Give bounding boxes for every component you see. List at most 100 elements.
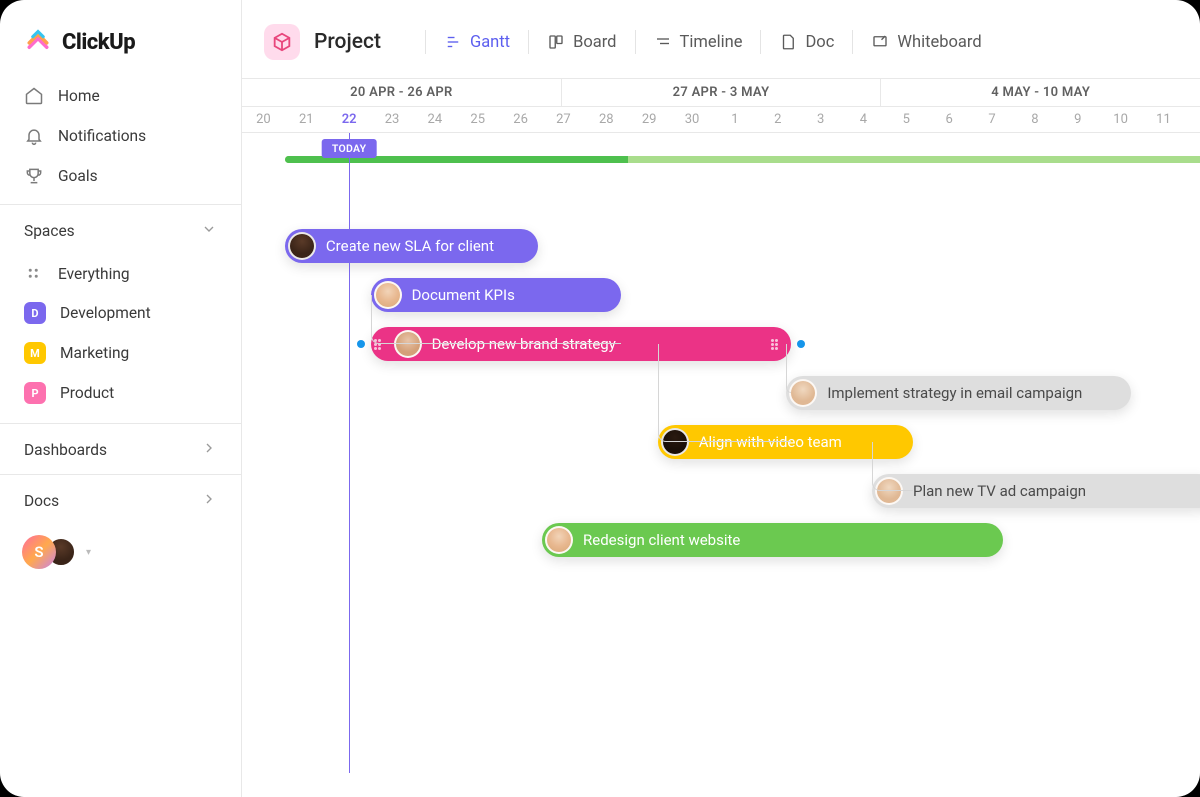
docs-header[interactable]: Docs [0, 474, 241, 525]
day-cell: 4 [842, 107, 885, 132]
space-label: Product [60, 384, 114, 402]
assignee-avatar[interactable] [288, 232, 316, 260]
task-bar[interactable]: Implement strategy in email campaign [786, 376, 1131, 410]
nav-notifications[interactable]: Notifications [14, 116, 227, 156]
user-avatar: S [22, 535, 56, 569]
nav-home[interactable]: Home [14, 76, 227, 116]
day-cell: 25 [456, 107, 499, 132]
tab-gantt[interactable]: Gantt [444, 33, 510, 52]
trophy-icon [24, 166, 44, 186]
space-development[interactable]: D Development [14, 293, 227, 333]
day-cell: 2 [756, 107, 799, 132]
gantt-chart[interactable]: TODAYCreate new SLA for clientDocument K… [242, 133, 1200, 773]
nav-home-label: Home [58, 87, 100, 105]
day-cell: 22 [328, 107, 371, 132]
day-cell: 26 [499, 107, 542, 132]
task-bar[interactable]: Create new SLA for client [285, 229, 538, 263]
space-badge: M [24, 342, 46, 364]
view-tabs: Gantt Board Timeline Doc [407, 30, 982, 54]
nav-goals-label: Goals [58, 167, 98, 185]
assignee-avatar[interactable] [789, 379, 817, 407]
day-cell: 10 [1099, 107, 1142, 132]
nav-goals[interactable]: Goals [14, 156, 227, 196]
task-label: Implement strategy in email campaign [827, 384, 1082, 402]
caret-down-icon: ▾ [86, 547, 91, 558]
grid-icon [24, 264, 44, 284]
space-marketing[interactable]: M Marketing [14, 333, 227, 373]
dependency-line [371, 295, 622, 344]
space-badge: D [24, 302, 46, 324]
day-cell: 3 [799, 107, 842, 132]
day-cell: 12 [1185, 107, 1200, 132]
separator [425, 30, 426, 54]
day-cell: 23 [371, 107, 414, 132]
dependency-line [872, 442, 913, 491]
day-cell: 11 [1142, 107, 1185, 132]
gantt-icon [444, 33, 462, 51]
tab-board[interactable]: Board [547, 33, 616, 52]
space-label: Development [60, 304, 151, 322]
task-bar[interactable]: Plan new TV ad campaign [872, 474, 1200, 508]
task-label: Redesign client website [583, 531, 740, 549]
separator [852, 30, 853, 54]
chevron-down-icon [201, 221, 217, 241]
day-cell: 5 [885, 107, 928, 132]
day-cell: 1 [713, 107, 756, 132]
spaces-header[interactable]: Spaces [0, 204, 241, 255]
space-badge: P [24, 382, 46, 404]
task-label: Create new SLA for client [326, 237, 494, 255]
brand-name: ClickUp [62, 30, 135, 55]
space-list: Everything D Development M Marketing P P… [0, 255, 241, 423]
task-bar[interactable]: Redesign client website [542, 523, 1003, 557]
day-cell: 27 [542, 107, 585, 132]
tab-gantt-label: Gantt [470, 33, 510, 52]
home-icon [24, 86, 44, 106]
app-root: ClickUp Home Notifications Goals Spaces [0, 0, 1200, 797]
nav-primary: Home Notifications Goals [0, 76, 241, 204]
tab-whiteboard[interactable]: Whiteboard [871, 33, 981, 52]
avatar-stack: S [22, 535, 76, 569]
week-header: 20 APR - 26 APR 27 APR - 3 MAY 4 MAY - 1… [242, 78, 1200, 107]
chevron-right-icon [201, 491, 217, 511]
dashboards-header[interactable]: Dashboards [0, 423, 241, 474]
assignee-avatar[interactable] [545, 526, 573, 554]
nav-notifications-label: Notifications [58, 127, 146, 145]
separator [528, 30, 529, 54]
today-line [349, 133, 350, 773]
board-icon [547, 33, 565, 51]
tab-doc[interactable]: Doc [779, 33, 834, 52]
day-cell: 30 [671, 107, 714, 132]
user-switcher[interactable]: S ▾ [0, 525, 241, 579]
week-label: 20 APR - 26 APR [242, 79, 562, 106]
day-cell: 6 [928, 107, 971, 132]
space-product[interactable]: P Product [14, 373, 227, 413]
separator [635, 30, 636, 54]
space-everything-label: Everything [58, 265, 130, 283]
tab-whiteboard-label: Whiteboard [897, 33, 981, 52]
docs-label: Docs [24, 492, 59, 510]
whiteboard-icon [871, 33, 889, 51]
tab-doc-label: Doc [805, 33, 834, 52]
sidebar: ClickUp Home Notifications Goals Spaces [0, 0, 242, 797]
day-cell: 21 [285, 107, 328, 132]
day-cell: 28 [585, 107, 628, 132]
clickup-logo-icon [24, 28, 52, 56]
project-title: Project [314, 30, 381, 54]
gantt-view: 20 APR - 26 APR 27 APR - 3 MAY 4 MAY - 1… [242, 78, 1200, 797]
space-everything[interactable]: Everything [14, 255, 227, 293]
brand-logo[interactable]: ClickUp [0, 0, 241, 76]
separator [760, 30, 761, 54]
cube-icon [264, 24, 300, 60]
tab-timeline[interactable]: Timeline [654, 33, 743, 52]
dependency-handle[interactable] [357, 340, 365, 348]
today-badge: TODAY [322, 139, 377, 158]
tab-board-label: Board [573, 33, 616, 52]
tab-timeline-label: Timeline [680, 33, 743, 52]
project-title-block[interactable]: Project [264, 24, 381, 60]
bell-icon [24, 126, 44, 146]
doc-icon [779, 33, 797, 51]
space-label: Marketing [60, 344, 129, 362]
day-cell: 9 [1056, 107, 1099, 132]
day-cell: 7 [971, 107, 1014, 132]
day-header: 2021222324252627282930123456789101112 [242, 107, 1200, 133]
